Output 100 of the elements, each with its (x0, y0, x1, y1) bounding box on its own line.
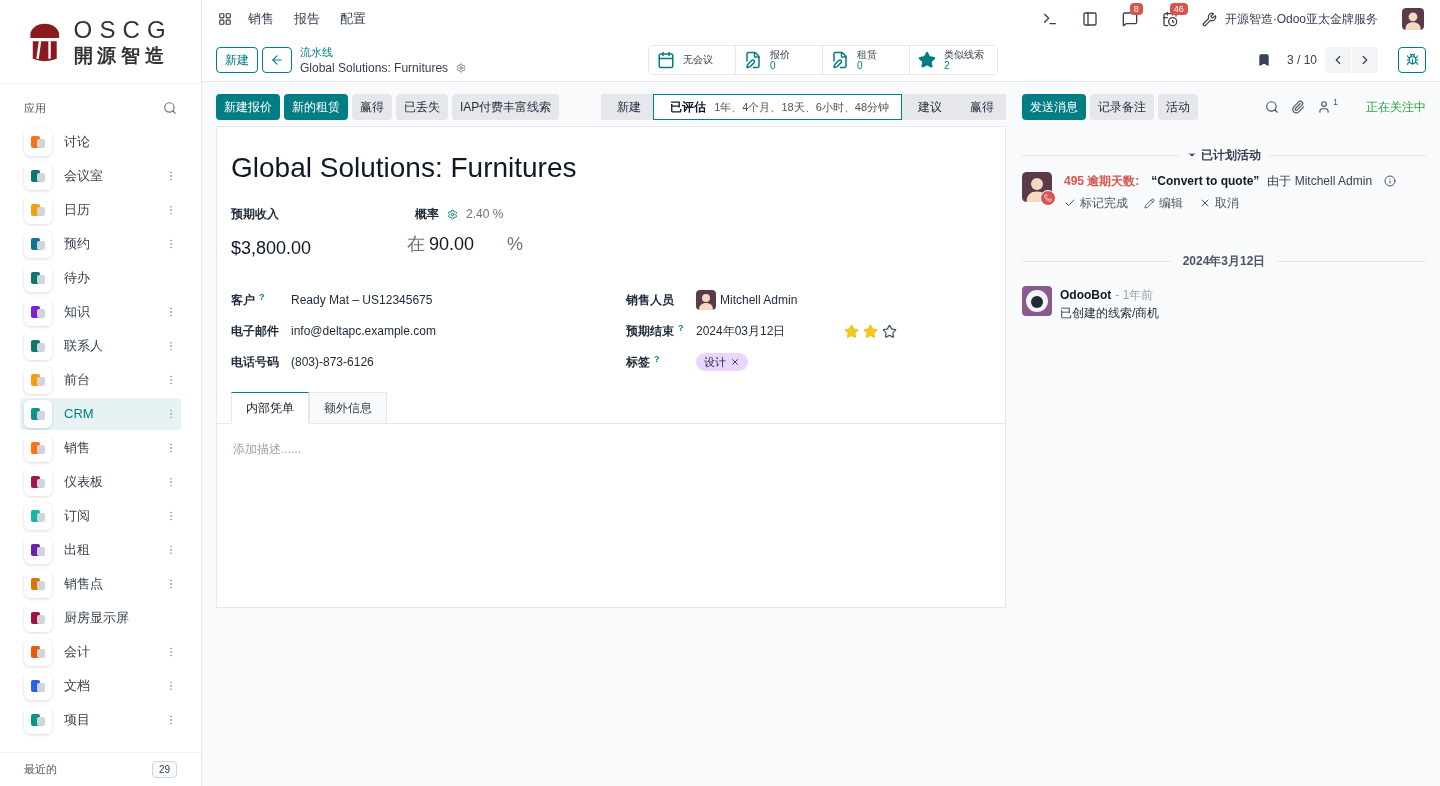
percent-sign: % (507, 233, 523, 256)
activity-icon[interactable] (1161, 11, 1178, 27)
app-icon (24, 331, 52, 360)
company-name[interactable]: 开源智造·Odoo亚太金牌服务 (1224, 10, 1378, 28)
app-menu-item[interactable]: 联系人 (20, 329, 181, 362)
caret-icon (1187, 150, 1197, 160)
apps-menu-icon[interactable] (218, 12, 232, 26)
app-menu-item[interactable]: 待办 (20, 261, 181, 294)
stage-step[interactable]: 赢得 (954, 94, 1006, 120)
field-label: 客户 $^{?}$ (231, 291, 266, 309)
activity-action[interactable]: 标记完成 (1064, 194, 1128, 212)
app-icon (24, 195, 52, 224)
person-icon[interactable] (1317, 100, 1331, 114)
app-icon (24, 365, 52, 394)
brand-subtitle: 開源智造 (73, 46, 170, 65)
message-time: - 1年前 (1115, 287, 1154, 304)
app-icon (24, 535, 52, 564)
field-value[interactable]: Ready Mat – US12345675 (291, 291, 433, 309)
gear-icon[interactable] (456, 62, 467, 73)
field-value[interactable]: Mitchell Admin (720, 291, 798, 309)
close-icon (1199, 197, 1211, 209)
notebook-tab[interactable]: 额外信息 (309, 392, 387, 424)
app-menu-item[interactable]: CRM (20, 397, 181, 430)
priority-stars[interactable] (844, 323, 897, 339)
panel-icon[interactable] (1081, 11, 1098, 27)
activity-assignee: 由于 Mitchell Admin (1267, 173, 1373, 190)
app-icon (24, 229, 52, 258)
close-icon[interactable] (730, 357, 740, 367)
overdue-label: 495 逾期天数: (1064, 173, 1140, 190)
search-icon[interactable] (163, 101, 177, 116)
app-icon (24, 127, 52, 156)
activity-summary: “Convert to quote” (1151, 173, 1260, 190)
new-button[interactable]: 新建 (216, 46, 258, 73)
app-menu-item[interactable]: 会计 (20, 635, 181, 668)
field-label: 电话号码 (231, 354, 280, 371)
chatter-button[interactable]: 记录备注 (1090, 94, 1154, 120)
app-menu-item[interactable]: 销售点 (20, 567, 181, 600)
app-menu-item[interactable]: 项目 (20, 703, 181, 736)
pager-value: 3 / 10 (1286, 51, 1317, 69)
star-icon[interactable] (882, 323, 897, 339)
gear-icon[interactable] (447, 208, 458, 220)
next-button[interactable] (1352, 46, 1378, 73)
record-name: Global Solutions: Furnitures (300, 59, 449, 76)
action-button[interactable]: IAP付费丰富线索 (452, 94, 560, 120)
field-value[interactable]: info@deltapc.example.com (291, 322, 436, 340)
search-icon[interactable] (1265, 100, 1279, 114)
action-button[interactable]: 新建报价 (216, 94, 280, 120)
app-menu-item[interactable]: 订阅 (20, 499, 181, 532)
info-icon[interactable] (1384, 175, 1397, 187)
app-icon (24, 263, 52, 292)
breadcrumb-link[interactable]: 流水线 (300, 43, 467, 60)
bug-button[interactable] (1398, 46, 1426, 73)
smart-button[interactable]: 无会议 (649, 45, 737, 74)
phone-badge-icon (1040, 190, 1056, 206)
probability-field[interactable]: 90.00 (429, 231, 499, 258)
action-button[interactable]: 赢得 (352, 94, 392, 120)
action-button[interactable]: 已丢失 (396, 94, 448, 120)
terminal-icon[interactable] (1041, 11, 1058, 27)
calendar-icon (657, 50, 676, 69)
stage-step[interactable]: 新建 (601, 94, 654, 120)
notebook-tab[interactable]: 内部凭单 (231, 392, 309, 424)
user-avatar (1402, 8, 1424, 30)
field-value[interactable]: (803)-873-6126 (291, 353, 374, 371)
message-author: OdooBot (1060, 287, 1112, 304)
chat-icon[interactable] (1121, 11, 1138, 27)
app-menu-item[interactable]: 预约 (20, 227, 181, 260)
revenue-value: $3,800.00 (231, 237, 312, 260)
app-menu-item[interactable]: 厨房显示屏 (20, 601, 181, 634)
activities-heading[interactable]: 已计划活动 (1179, 146, 1269, 164)
app-menu-item[interactable]: 前台 (20, 363, 181, 396)
app-menu-item[interactable]: 仪表板 (20, 465, 181, 498)
date-field[interactable]: 2024年03月12日 (696, 322, 844, 340)
app-icon (24, 467, 52, 496)
stage-step[interactable]: 已评估 1年、4个月、18天、6小时、48分钟 (653, 94, 902, 120)
record-title: Global Solutions: Furnitures (231, 151, 578, 185)
activity-action[interactable]: 编辑 (1144, 194, 1183, 212)
app-icon (24, 637, 52, 666)
top-menu-item[interactable]: 配置 (340, 9, 366, 29)
activity-action[interactable]: 取消 (1199, 194, 1239, 212)
chatter-button[interactable]: 发送消息 (1022, 94, 1086, 120)
tag[interactable]: 设计 (696, 353, 748, 371)
user-avatar (696, 290, 716, 310)
stage-step[interactable]: 建议 (902, 94, 954, 120)
action-button[interactable]: 新的租赁 (284, 94, 348, 120)
app-menu-item[interactable]: 会议室 (20, 159, 181, 192)
app-menu-item[interactable]: 文档 (20, 669, 181, 702)
previous-button[interactable] (1325, 46, 1351, 73)
apps-heading: 应用 (24, 101, 46, 116)
app-menu-item[interactable]: 日历 (20, 193, 181, 226)
wrench-icon[interactable] (1201, 11, 1217, 27)
app-menu-item[interactable]: 出租 (20, 533, 181, 566)
app-menu-item[interactable]: 知识 (20, 295, 181, 328)
app-menu-item[interactable]: 讨论 (20, 125, 181, 158)
bookmark-icon[interactable] (1256, 52, 1271, 67)
paperclip-icon[interactable] (1291, 100, 1305, 114)
top-menu-item[interactable]: 销售 (248, 9, 274, 29)
top-menu-item[interactable]: 报告 (294, 9, 320, 29)
back-button[interactable] (262, 46, 292, 73)
app-menu-item[interactable]: 销售 (20, 431, 181, 464)
chatter-button[interactable]: 活动 (1158, 94, 1198, 120)
